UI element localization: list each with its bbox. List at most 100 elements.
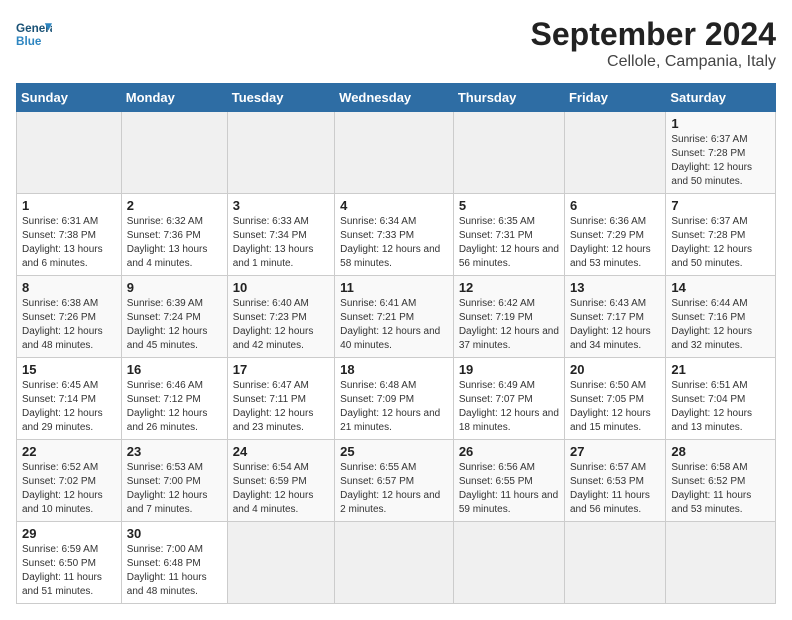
- sunrise-text: Sunrise: 6:57 AM: [570, 461, 660, 475]
- logo: General Blue: [16, 16, 56, 52]
- daylight-text: Daylight: 11 hours and 59 minutes.: [459, 489, 559, 517]
- title-block: September 2024 Cellole, Campania, Italy: [531, 16, 776, 71]
- sunrise-text: Sunrise: 6:41 AM: [340, 297, 448, 311]
- page-subtitle: Cellole, Campania, Italy: [531, 53, 776, 71]
- day-info: Sunrise: 6:53 AMSunset: 7:00 PMDaylight:…: [127, 461, 222, 517]
- day-info: Sunrise: 6:57 AMSunset: 6:53 PMDaylight:…: [570, 461, 660, 517]
- table-cell: 16 Sunrise: 6:46 AMSunset: 7:12 PMDayligh…: [121, 358, 227, 440]
- day-number: 11: [340, 280, 448, 295]
- daylight-text: Daylight: 12 hours and 13 minutes.: [671, 407, 770, 435]
- sunrise-text: Sunrise: 6:47 AM: [233, 379, 329, 393]
- day-number: 18: [340, 362, 448, 377]
- sunset-text: Sunset: 6:48 PM: [127, 557, 222, 571]
- day-number: 2: [127, 198, 222, 213]
- table-cell: 14Sunrise: 6:44 AMSunset: 7:16 PMDayligh…: [666, 276, 776, 358]
- daylight-text: Daylight: 12 hours and 7 minutes.: [127, 489, 222, 517]
- calendar-week-row: 29Sunrise: 6:59 AMSunset: 6:50 PMDayligh…: [17, 522, 776, 604]
- sunrise-text: Sunrise: 6:43 AM: [570, 297, 660, 311]
- sunrise-text: Sunrise: 7:00 AM: [127, 543, 222, 557]
- sunrise-text: Sunrise: 6:55 AM: [340, 461, 448, 475]
- table-cell: 24Sunrise: 6:54 AMSunset: 6:59 PMDayligh…: [227, 440, 334, 522]
- day-number: 21: [671, 362, 770, 377]
- sunset-text: Sunset: 7:19 PM: [459, 311, 559, 325]
- daylight-text: Daylight: 12 hours and 45 minutes.: [127, 325, 222, 353]
- day-info: Sunrise: 6:44 AMSunset: 7:16 PMDaylight:…: [671, 297, 770, 353]
- table-cell: 26Sunrise: 6:56 AMSunset: 6:55 PMDayligh…: [453, 440, 564, 522]
- sunset-text: Sunset: 7:09 PM: [340, 393, 448, 407]
- daylight-text: Daylight: 12 hours and 42 minutes.: [233, 325, 329, 353]
- sunrise-text: Sunrise: 6:44 AM: [671, 297, 770, 311]
- table-cell: [17, 112, 122, 194]
- day-number: 15: [22, 362, 116, 377]
- table-cell: 18 Sunrise: 6:48 AMSunset: 7:09 PMDayligh…: [335, 358, 454, 440]
- day-number: 26: [459, 444, 559, 459]
- sunset-text: Sunset: 7:38 PM: [22, 229, 116, 243]
- sunset-text: Sunset: 7:28 PM: [671, 147, 770, 161]
- sunrise-text: Sunrise: 6:50 AM: [570, 379, 660, 393]
- day-number: 30: [127, 526, 222, 541]
- day-number: 5: [459, 198, 559, 213]
- day-number: 4: [340, 198, 448, 213]
- sunset-text: Sunset: 7:00 PM: [127, 475, 222, 489]
- day-info: Sunrise: 6:51 AMSunset: 7:04 PMDaylight:…: [671, 379, 770, 435]
- daylight-text: Daylight: 12 hours and 48 minutes.: [22, 325, 116, 353]
- day-info: Sunrise: 6:39 AMSunset: 7:24 PMDaylight:…: [127, 297, 222, 353]
- calendar-table: Sunday Monday Tuesday Wednesday Thursday…: [16, 83, 776, 604]
- sunset-text: Sunset: 7:24 PM: [127, 311, 222, 325]
- day-number: 25: [340, 444, 448, 459]
- sunset-text: Sunset: 7:17 PM: [570, 311, 660, 325]
- sunrise-text: Sunrise: 6:31 AM: [22, 215, 116, 229]
- sunrise-text: Sunrise: 6:38 AM: [22, 297, 116, 311]
- calendar-week-row: 15 Sunrise: 6:45 AMSunset: 7:14 PMDayligh…: [17, 358, 776, 440]
- day-number: 9: [127, 280, 222, 295]
- table-cell: 15 Sunrise: 6:45 AMSunset: 7:14 PMDayligh…: [17, 358, 122, 440]
- day-number: 1: [671, 116, 770, 131]
- day-number: 1: [22, 198, 116, 213]
- daylight-text: Daylight: 12 hours and 2 minutes.: [340, 489, 448, 517]
- daylight-text: Daylight: 11 hours and 48 minutes.: [127, 571, 222, 599]
- day-number: 16: [127, 362, 222, 377]
- daylight-text: Daylight: 12 hours and 18 minutes.: [459, 407, 559, 435]
- table-cell: 12Sunrise: 6:42 AMSunset: 7:19 PMDayligh…: [453, 276, 564, 358]
- sunset-text: Sunset: 7:26 PM: [22, 311, 116, 325]
- sunrise-text: Sunrise: 6:53 AM: [127, 461, 222, 475]
- sunset-text: Sunset: 7:04 PM: [671, 393, 770, 407]
- sunset-text: Sunset: 7:07 PM: [459, 393, 559, 407]
- day-info: Sunrise: 6:45 AMSunset: 7:14 PMDaylight:…: [22, 379, 116, 435]
- col-thursday: Thursday: [453, 84, 564, 112]
- table-cell: [121, 112, 227, 194]
- table-cell: [227, 112, 334, 194]
- sunrise-text: Sunrise: 6:39 AM: [127, 297, 222, 311]
- daylight-text: Daylight: 12 hours and 21 minutes.: [340, 407, 448, 435]
- sunrise-text: Sunrise: 6:35 AM: [459, 215, 559, 229]
- day-info: Sunrise: 6:33 AMSunset: 7:34 PMDaylight:…: [233, 215, 329, 271]
- day-info: Sunrise: 6:41 AMSunset: 7:21 PMDaylight:…: [340, 297, 448, 353]
- sunset-text: Sunset: 7:11 PM: [233, 393, 329, 407]
- day-number: 23: [127, 444, 222, 459]
- sunrise-text: Sunrise: 6:32 AM: [127, 215, 222, 229]
- day-info: Sunrise: 6:43 AMSunset: 7:17 PMDaylight:…: [570, 297, 660, 353]
- day-info: Sunrise: 6:37 AMSunset: 7:28 PMDaylight:…: [671, 133, 770, 189]
- day-info: Sunrise: 6:36 AMSunset: 7:29 PMDaylight:…: [570, 215, 660, 271]
- daylight-text: Daylight: 12 hours and 15 minutes.: [570, 407, 660, 435]
- sunset-text: Sunset: 7:12 PM: [127, 393, 222, 407]
- day-info: Sunrise: 6:46 AMSunset: 7:12 PMDaylight:…: [127, 379, 222, 435]
- day-info: Sunrise: 6:48 AMSunset: 7:09 PMDaylight:…: [340, 379, 448, 435]
- day-number: 29: [22, 526, 116, 541]
- daylight-text: Daylight: 12 hours and 23 minutes.: [233, 407, 329, 435]
- table-cell: 25Sunrise: 6:55 AMSunset: 6:57 PMDayligh…: [335, 440, 454, 522]
- daylight-text: Daylight: 12 hours and 10 minutes.: [22, 489, 116, 517]
- table-cell: 30 Sunrise: 7:00 AMSunset: 6:48 PMDayligh…: [121, 522, 227, 604]
- col-monday: Monday: [121, 84, 227, 112]
- table-cell: 20Sunrise: 6:50 AMSunset: 7:05 PMDayligh…: [564, 358, 665, 440]
- logo-icon: General Blue: [16, 16, 52, 52]
- sunrise-text: Sunrise: 6:49 AM: [459, 379, 559, 393]
- daylight-text: Daylight: 13 hours and 1 minute.: [233, 243, 329, 271]
- day-info: Sunrise: 6:52 AMSunset: 7:02 PMDaylight:…: [22, 461, 116, 517]
- sunset-text: Sunset: 6:53 PM: [570, 475, 660, 489]
- sunrise-text: Sunrise: 6:54 AM: [233, 461, 329, 475]
- day-info: Sunrise: 6:31 AMSunset: 7:38 PMDaylight:…: [22, 215, 116, 271]
- table-cell: [666, 522, 776, 604]
- sunrise-text: Sunrise: 6:58 AM: [671, 461, 770, 475]
- sunset-text: Sunset: 7:23 PM: [233, 311, 329, 325]
